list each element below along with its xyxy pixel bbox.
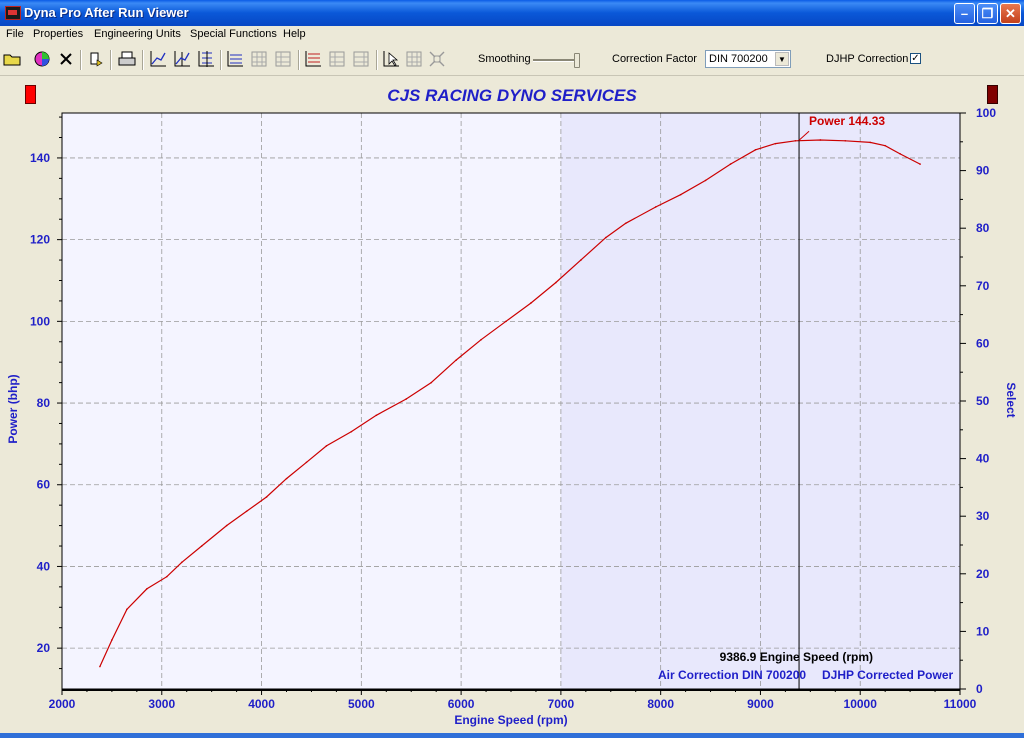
power-data-point — [869, 141, 871, 144]
y2-tick-label: 60 — [976, 336, 990, 350]
x-tick-label: 5000 — [348, 697, 375, 711]
y2-tick-label: 40 — [976, 452, 990, 466]
power-data-point — [844, 139, 847, 142]
power-data-point — [884, 144, 886, 147]
dyno-chart[interactable]: 2000 3000 4000 5000 6000 7000 8000 9000 10000 110… — [0, 0, 1024, 738]
x-tick-label: 10000 — [844, 697, 878, 711]
power-data-point — [430, 381, 432, 384]
x-tick-label: 11000 — [944, 697, 977, 711]
power-data-point — [819, 139, 822, 141]
y-tick-label: 40 — [37, 559, 51, 573]
power-data-point — [111, 639, 113, 641]
x-tick-label: 7000 — [548, 697, 575, 711]
power-data-point — [729, 163, 732, 165]
cursor-readout-label: Power 144.33 — [809, 114, 885, 128]
power-data-point — [704, 179, 707, 182]
y2-tick-label: 90 — [976, 164, 990, 178]
power-data-point — [754, 148, 757, 151]
y2-tick-label: 10 — [976, 624, 990, 638]
y-tick-label: 60 — [37, 478, 51, 492]
y2-tick-label: 70 — [976, 279, 990, 293]
y2-tick-label: 30 — [976, 509, 990, 523]
y2-tick-label: 100 — [976, 106, 996, 120]
power-data-point — [505, 320, 507, 323]
power-data-point — [679, 193, 682, 196]
power-data-point — [180, 561, 183, 564]
power-data-point — [146, 588, 148, 590]
power-data-point — [285, 477, 288, 480]
power-data-point — [794, 139, 797, 142]
x-tick-label: 3000 — [148, 697, 175, 711]
y-tick-label: 100 — [30, 314, 50, 328]
y2-axis-title: Select — [1004, 382, 1018, 417]
power-data-point — [305, 461, 308, 464]
y-tick-label: 140 — [30, 151, 50, 165]
power-data-point — [480, 338, 482, 341]
power-data-point — [455, 359, 457, 361]
power-data-point — [555, 281, 557, 284]
power-data-point — [899, 153, 901, 155]
power-data-point — [375, 414, 378, 417]
x-tick-label: 8000 — [647, 697, 674, 711]
legend-series-name: DJHP Corrected Power — [822, 668, 953, 682]
x-tick-label: 9000 — [747, 697, 774, 711]
y2-tick-label: 20 — [976, 567, 990, 581]
power-data-point — [580, 259, 582, 261]
power-data-point — [530, 302, 532, 304]
power-data-point — [919, 163, 921, 165]
power-data-point — [325, 445, 328, 447]
power-data-point — [265, 496, 268, 498]
x-axis-title: Engine Speed (rpm) — [454, 713, 567, 727]
cursor-x-label: 9386.9 Engine Speed (rpm) — [720, 650, 873, 664]
y-tick-label: 20 — [37, 641, 51, 655]
power-data-point — [350, 430, 353, 433]
y-axis-title: Power (bhp) — [6, 374, 20, 443]
legend-air-correction: Air Correction DIN 700200 — [658, 668, 806, 682]
power-data-point — [245, 510, 248, 513]
x-tick-label: 6000 — [448, 697, 475, 711]
y2-tick-label: 50 — [976, 394, 990, 408]
power-data-point — [200, 545, 203, 547]
x-tick-label: 2000 — [49, 697, 76, 711]
y-tick-label: 80 — [37, 396, 51, 410]
power-data-point — [99, 665, 101, 668]
y-tick-label: 120 — [30, 233, 50, 247]
y2-tick-label: 80 — [976, 221, 990, 235]
power-data-point — [654, 206, 657, 208]
power-data-point — [126, 608, 128, 611]
x-tick-label: 4000 — [248, 697, 275, 711]
bottom-border — [0, 733, 1024, 738]
power-data-point — [225, 524, 228, 527]
power-data-point — [604, 236, 607, 239]
power-data-point — [405, 398, 408, 400]
power-data-point — [774, 142, 777, 145]
y2-tick-label: 0 — [976, 682, 983, 696]
power-data-point — [624, 222, 627, 225]
power-data-point — [165, 575, 168, 578]
